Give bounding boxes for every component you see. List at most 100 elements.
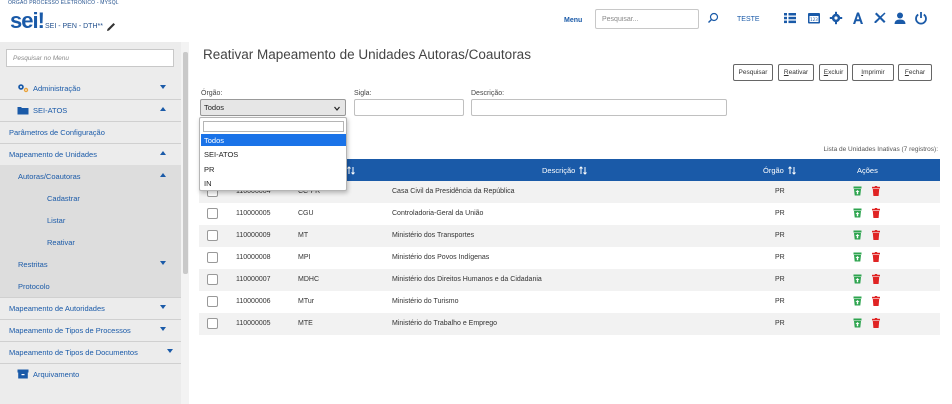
sidebar-item-mapeamento-tipos-processos[interactable]: Mapeamento de Tipos de Processos [0, 319, 181, 341]
row-checkbox[interactable] [207, 296, 218, 307]
excluir-button[interactable]: Excluir [819, 64, 848, 81]
imprimir-button[interactable]: Imprimir [852, 64, 894, 81]
sidebar-item-autoras-coautoras[interactable]: Autoras/Coautoras [0, 165, 181, 187]
restore-icon[interactable] [853, 296, 862, 306]
sidebar-item-label: Mapeamento de Tipos de Processos [9, 325, 131, 335]
cell-descricao: Ministério do Trabalho e Emprego [392, 320, 498, 327]
sidebar-item-mapeamento-autoridades[interactable]: Mapeamento de Autoridades [0, 297, 181, 319]
descricao-input[interactable] [471, 99, 727, 116]
table-row[interactable]: 110000005 CGU Controladoria-Geral da União… [199, 203, 940, 225]
fechar-button[interactable]: Fechar [898, 64, 932, 81]
archive-icon [17, 369, 29, 379]
cell-id: 110000006 [236, 298, 271, 305]
page-title: Reativar Mapeamento de Unidades Autoras/… [203, 47, 531, 62]
calendar-icon[interactable]: 123 [807, 11, 821, 25]
chevron-up-icon [160, 107, 166, 111]
power-icon[interactable] [914, 11, 928, 25]
sidebar-item-cadastrar[interactable]: Cadastrar [0, 187, 181, 209]
dropdown-search-input[interactable] [203, 121, 344, 132]
cell-id: 110000007 [236, 276, 271, 283]
sidebar-item-arquivamento[interactable]: Arquivamento [0, 363, 181, 385]
gear-icon[interactable] [829, 11, 843, 25]
cell-orgao: PR [775, 254, 785, 261]
trash-icon[interactable] [872, 230, 880, 240]
grid-icon[interactable] [783, 11, 797, 25]
sidebar-item-listar[interactable]: Listar [0, 209, 181, 231]
row-checkbox[interactable] [207, 230, 218, 241]
gears-icon [18, 84, 29, 93]
font-size-icon[interactable] [851, 11, 865, 25]
trash-icon[interactable] [872, 252, 880, 262]
sidebar-item-sei-atos[interactable]: SEI-ATOS [0, 99, 181, 121]
table-row[interactable]: 110000007 MDHC Ministério dos Direitos Hum… [199, 269, 940, 291]
dropdown-option[interactable]: IN [201, 177, 346, 189]
table-row[interactable]: 110000009 MT Ministério dos Transportes PR [199, 225, 940, 247]
cell-descricao: Ministério dos Povos Indígenas [392, 254, 490, 261]
cell-sigla: MDHC [298, 276, 319, 283]
cell-orgao: PR [775, 210, 785, 217]
sort-icon[interactable] [347, 166, 355, 175]
table-row[interactable]: 110000008 MPI Ministério dos Povos Indígen… [199, 247, 940, 269]
table-row[interactable]: 110000006 MTur Ministério do Turismo PR [199, 291, 940, 313]
column-acoes: Ações [857, 166, 878, 175]
menu-toggle[interactable]: Menu [564, 17, 582, 24]
row-checkbox[interactable] [207, 318, 218, 329]
row-checkbox[interactable] [207, 208, 218, 219]
sidebar-item-label: SEI-ATOS [33, 105, 68, 115]
trash-icon[interactable] [872, 318, 880, 328]
dropdown-option[interactable]: PR [201, 163, 346, 175]
chevron-down-icon [167, 349, 173, 353]
sidebar-scrollbar-thumb[interactable] [183, 52, 188, 274]
row-checkbox[interactable] [207, 252, 218, 263]
sort-icon[interactable] [788, 166, 796, 175]
chevron-down-icon [160, 305, 166, 309]
trash-icon[interactable] [872, 208, 880, 218]
sidebar-item-protocolo[interactable]: Protocolo [0, 275, 181, 297]
sort-icon[interactable] [579, 166, 588, 175]
sidebar-item-parametros[interactable]: Parâmetros de Configuração [0, 121, 181, 143]
dropdown-option[interactable]: SEI-ATOS [201, 148, 346, 160]
pesquisar-button[interactable]: Pesquisar [733, 64, 773, 81]
restore-icon[interactable] [853, 208, 862, 218]
chevron-down-icon [160, 261, 166, 265]
pencil-icon[interactable] [105, 21, 117, 33]
sei-logo[interactable]: sei! [10, 8, 45, 34]
restore-icon[interactable] [853, 274, 862, 284]
restore-icon[interactable] [853, 318, 862, 328]
cell-id: 110000008 [236, 254, 271, 261]
dropdown-option[interactable]: Todos [201, 134, 346, 146]
sidebar-item-administracao[interactable]: Administração [0, 77, 181, 99]
trash-icon[interactable] [872, 186, 880, 196]
sidebar-item-label: Administração [33, 83, 81, 93]
chevron-up-icon [160, 173, 166, 177]
orgao-dropdown-list[interactable]: Todos SEI-ATOS PR IN [199, 117, 347, 191]
user-icon[interactable] [893, 11, 907, 25]
sidebar-item-restritas[interactable]: Restritas [0, 253, 181, 275]
trash-icon[interactable] [872, 274, 880, 284]
unit-selector[interactable]: TESTE [737, 16, 760, 23]
sigla-input[interactable] [354, 99, 464, 116]
orgao-select[interactable]: Todos [200, 99, 346, 116]
cell-orgao: PR [775, 298, 785, 305]
row-checkbox[interactable] [207, 274, 218, 285]
restore-icon[interactable] [853, 230, 862, 240]
sigla-label: Sigla: [354, 90, 372, 97]
sidebar-item-mapeamento-tipos-documentos[interactable]: Mapeamento de Tipos de Documentos [0, 341, 181, 363]
table-row[interactable]: 110000005 MTE Ministério do Trabalho e Emp… [199, 313, 940, 335]
restore-icon[interactable] [853, 252, 862, 262]
menu-search-input[interactable] [6, 49, 174, 67]
sidebar-item-mapeamento-unidades[interactable]: Mapeamento de Unidades [0, 143, 181, 165]
restore-icon[interactable] [853, 186, 862, 196]
reativar-button[interactable]: Reativar [778, 64, 814, 81]
cell-id: 110000005 [236, 320, 271, 327]
tools-icon[interactable] [873, 11, 887, 25]
sidebar-menu: Administração SEI-ATOS Parâmetros de Con… [0, 42, 181, 404]
sidebar-item-label: Mapeamento de Autoridades [9, 303, 105, 313]
sidebar-item-reativar[interactable]: Reativar [0, 231, 181, 253]
cell-descricao: Ministério do Turismo [392, 298, 459, 305]
column-descricao[interactable]: Descrição [542, 166, 588, 175]
column-orgao[interactable]: Órgão [763, 166, 796, 175]
search-icon[interactable] [707, 12, 719, 24]
global-search-input[interactable] [595, 9, 699, 29]
trash-icon[interactable] [872, 296, 880, 306]
